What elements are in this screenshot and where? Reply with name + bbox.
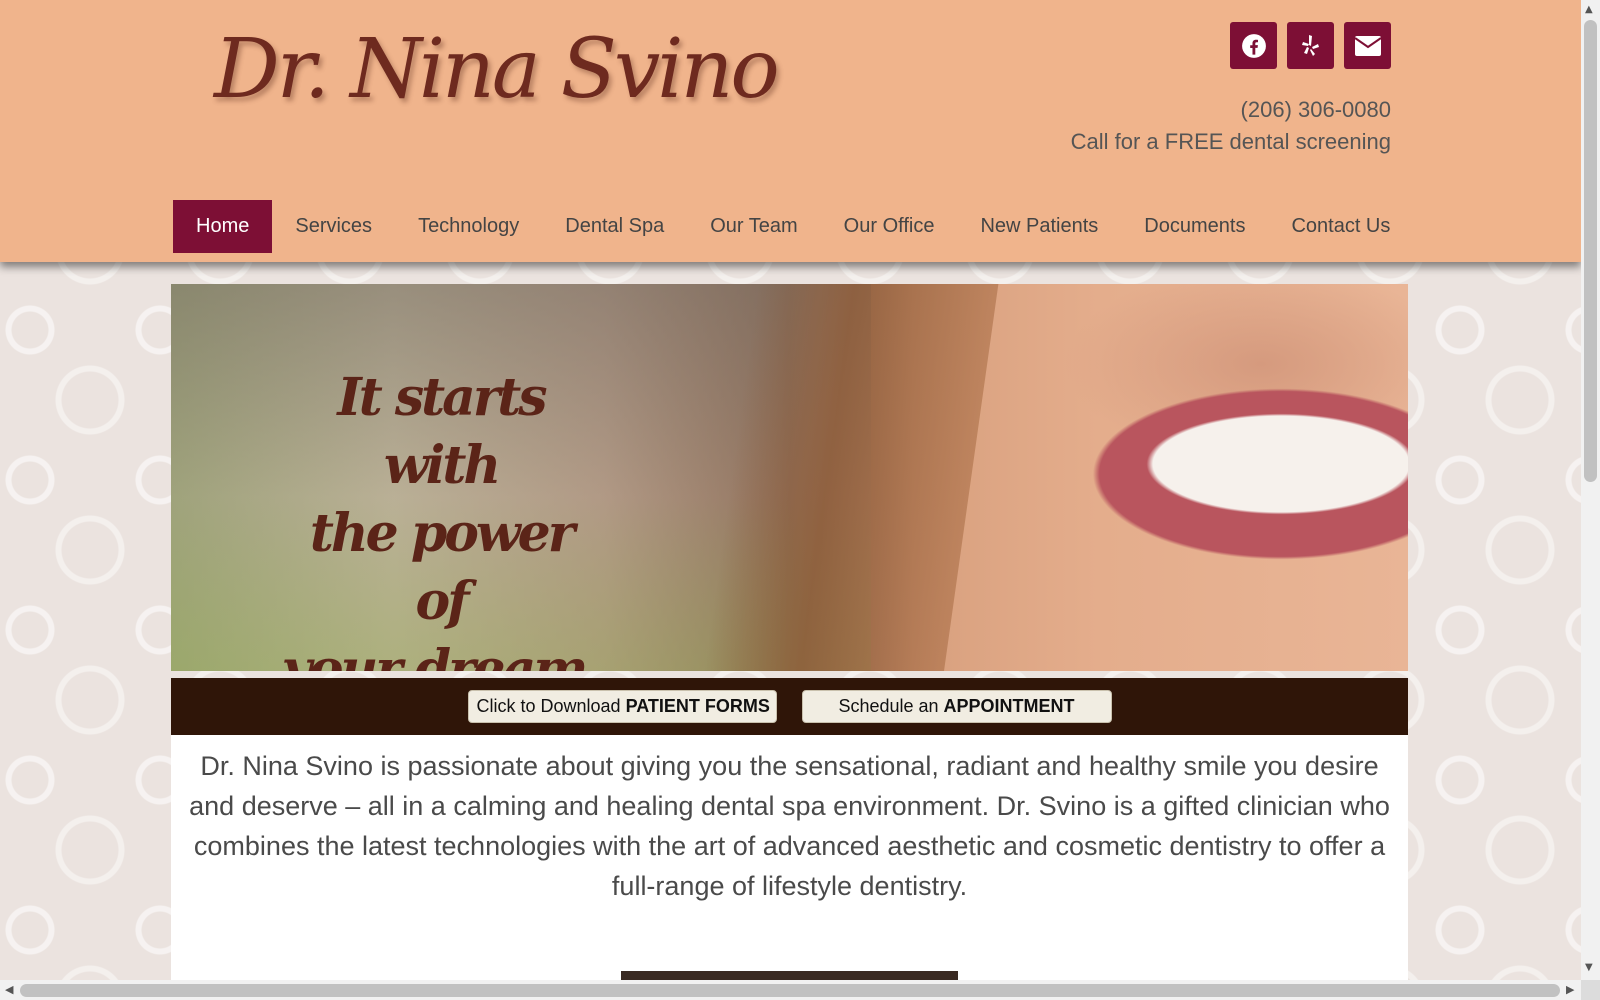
phone-number[interactable]: (206) 306-0080: [1071, 94, 1391, 126]
hero-banner: It starts with the power of your dream.: [171, 284, 1408, 671]
facebook-icon[interactable]: [1230, 22, 1277, 69]
envelope-icon[interactable]: [1344, 22, 1391, 69]
horizontal-scroll-thumb[interactable]: [20, 984, 1560, 997]
free-screening-text: Call for a FREE dental screening: [1070, 129, 1391, 154]
main-nav: Home Services Technology Dental Spa Our …: [173, 200, 1413, 253]
forms-button-bold: PATIENT FORMS: [625, 696, 770, 716]
cta-bar: Click to Download PATIENT FORMS Schedule…: [171, 678, 1408, 735]
social-links: [1230, 22, 1391, 69]
intro-section: Dr. Nina Svino is passionate about givin…: [171, 735, 1408, 980]
hero-tagline-line2: the power of: [309, 503, 575, 632]
schedule-appointment-button[interactable]: Schedule an APPOINTMENT: [801, 690, 1112, 723]
nav-item-contact-us[interactable]: Contact Us: [1268, 200, 1413, 253]
appointment-button-bold: APPOINTMENT: [943, 696, 1075, 716]
hero-tagline-line3: your dream.: [281, 639, 604, 671]
forms-button-prefix: Click to Download: [476, 696, 626, 716]
hero-tagline-line1: It starts with: [337, 367, 547, 496]
nav-item-home[interactable]: Home: [173, 200, 273, 253]
nav-item-new-patients[interactable]: New Patients: [957, 200, 1121, 253]
vertical-scrollbar[interactable]: ▲ ▼: [1581, 0, 1600, 980]
site-header: Dr. Nina Svino (206) 306-0080 Call for a…: [0, 0, 1581, 262]
nav-item-dental-spa[interactable]: Dental Spa: [542, 200, 687, 253]
scrollbar-corner: [1581, 980, 1600, 1000]
scroll-right-arrow-icon[interactable]: ▶: [1566, 983, 1574, 996]
site-logo[interactable]: Dr. Nina Svino: [214, 22, 780, 117]
nav-item-technology[interactable]: Technology: [395, 200, 542, 253]
horizontal-scrollbar[interactable]: ◀ ▶: [0, 980, 1581, 1000]
contact-info: (206) 306-0080 Call for a FREE dental sc…: [1071, 94, 1391, 158]
yelp-icon[interactable]: [1287, 22, 1334, 69]
page: Dr. Nina Svino (206) 306-0080 Call for a…: [0, 0, 1581, 980]
scroll-up-arrow-icon[interactable]: ▲: [1585, 4, 1593, 15]
scroll-left-arrow-icon[interactable]: ◀: [5, 983, 13, 996]
scroll-down-arrow-icon[interactable]: ▼: [1585, 962, 1593, 973]
content-image: [621, 971, 958, 980]
nav-item-documents[interactable]: Documents: [1121, 200, 1268, 253]
appointment-button-prefix: Schedule an: [838, 696, 944, 716]
download-patient-forms-button[interactable]: Click to Download PATIENT FORMS: [467, 690, 777, 723]
hero-tagline: It starts with the power of your dream.: [281, 364, 604, 671]
nav-item-services[interactable]: Services: [272, 200, 395, 253]
intro-paragraph: Dr. Nina Svino is passionate about givin…: [189, 751, 1390, 901]
vertical-scroll-thumb[interactable]: [1584, 20, 1597, 482]
nav-item-our-team[interactable]: Our Team: [687, 200, 820, 253]
nav-item-our-office[interactable]: Our Office: [821, 200, 958, 253]
